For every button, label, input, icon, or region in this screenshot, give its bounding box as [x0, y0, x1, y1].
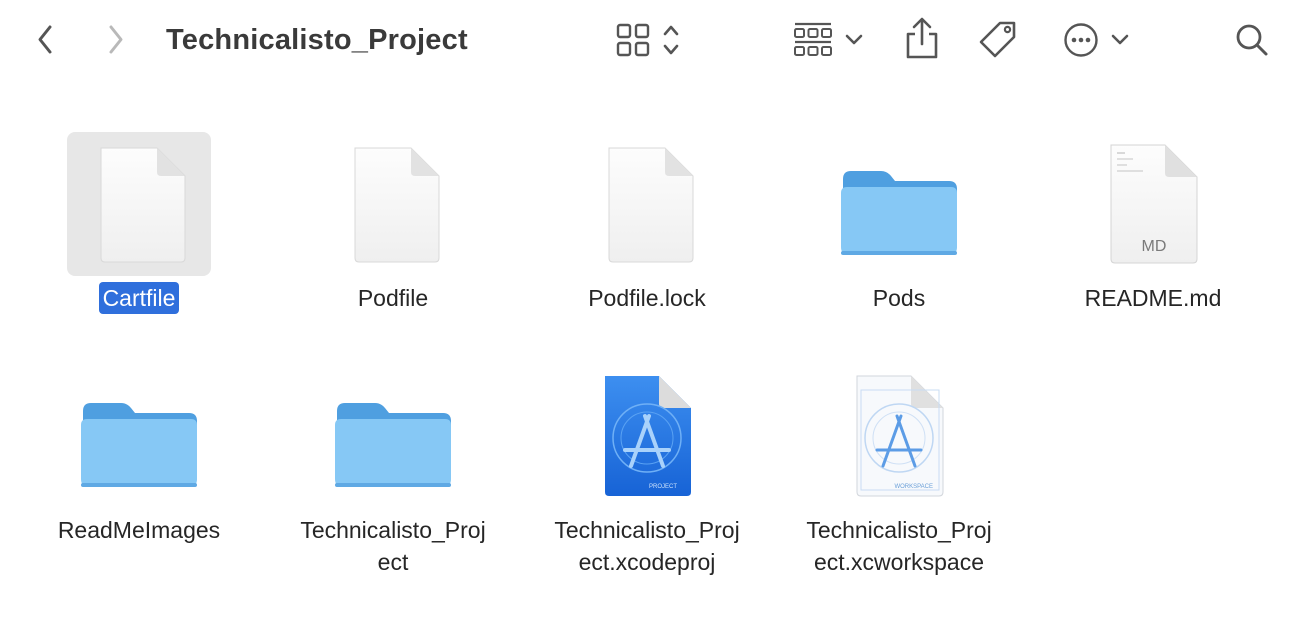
document-icon	[100, 147, 186, 263]
xcode-project-icon: PROJECT	[605, 376, 691, 496]
file-item-xcworkspace[interactable]: WORKSPACE Technicalisto_Proj ect.xcworks…	[772, 364, 1026, 575]
file-icon-container	[827, 132, 971, 276]
file-name-label: Podfile	[357, 285, 429, 311]
file-icon-container: WORKSPACE	[827, 364, 971, 508]
markdown-document-icon: MD	[1110, 144, 1198, 264]
file-icon-container	[67, 132, 211, 276]
file-item-xcodeproj[interactable]: PROJECT Technicalisto_Proj ect.xcodeproj	[520, 364, 774, 575]
file-name-label: ReadMeImages	[57, 517, 221, 543]
file-type-badge: PROJECT	[649, 484, 677, 490]
file-item-cartfile[interactable]: Cartfile	[12, 132, 266, 342]
file-icon-container	[321, 132, 465, 276]
file-icon-container	[67, 364, 211, 508]
file-icon-container	[321, 364, 465, 508]
folder-item-pods[interactable]: Pods	[772, 132, 1026, 342]
file-item-podfile-lock[interactable]: Podfile.lock	[520, 132, 774, 342]
folder-item-technicalisto-project[interactable]: Technicalisto_Proj ect	[266, 364, 520, 575]
file-name-label: Technicalisto_Proj ect	[300, 517, 486, 575]
file-name-label: Podfile.lock	[588, 285, 706, 311]
file-icon-container: MD	[1081, 132, 1225, 276]
file-name-label: README.md	[1084, 285, 1222, 311]
file-type-badge: MD	[1142, 238, 1167, 255]
folder-item-readmeimages[interactable]: ReadMeImages	[12, 364, 266, 574]
file-type-badge: WORKSPACE	[894, 484, 933, 490]
document-icon	[608, 147, 694, 263]
file-name-label: Technicalisto_Proj ect.xcworkspace	[806, 517, 992, 575]
file-icon-container	[575, 132, 719, 276]
file-name-label: Pods	[872, 285, 926, 311]
file-item-readme[interactable]: MD README.md	[1026, 132, 1280, 342]
file-icon-grid: Cartfile Podfile Podfile.lock Pods MD RE…	[0, 0, 1292, 624]
file-item-podfile[interactable]: Podfile	[266, 132, 520, 342]
file-name-label: Cartfile	[12, 282, 266, 314]
folder-icon	[81, 403, 197, 487]
file-name-label: Technicalisto_Proj ect.xcodeproj	[554, 517, 740, 575]
xcode-workspace-icon: WORKSPACE	[856, 375, 944, 497]
folder-icon	[335, 403, 451, 487]
file-icon-container: PROJECT	[575, 364, 719, 508]
folder-icon	[841, 171, 957, 255]
document-icon	[354, 147, 440, 263]
